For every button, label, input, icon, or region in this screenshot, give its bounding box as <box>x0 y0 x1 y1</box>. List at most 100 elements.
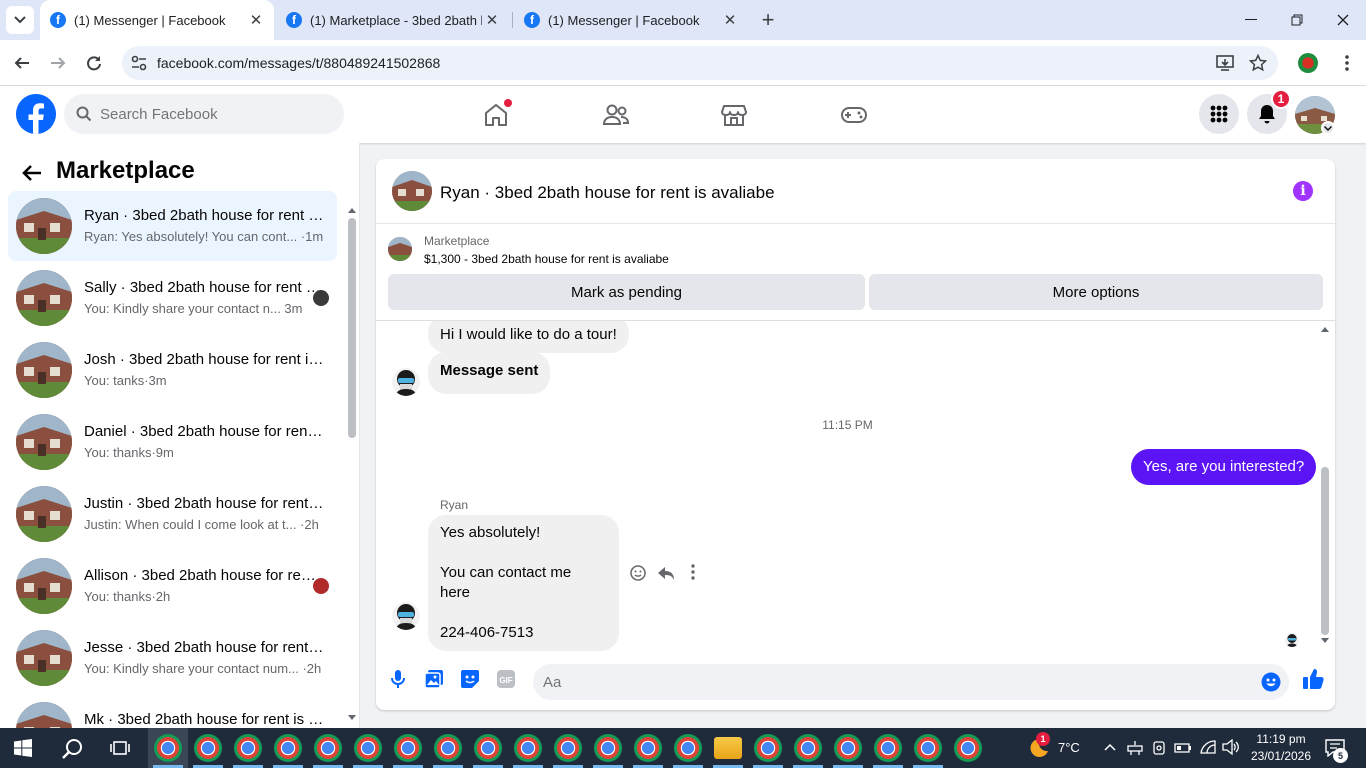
chrome-profile-icon[interactable] <box>674 734 702 762</box>
chrome-profile-icon[interactable] <box>234 734 262 762</box>
conversation-item[interactable]: Josh · 3bed 2bath house for rent is aval… <box>8 335 337 405</box>
chrome-profile-icon[interactable] <box>274 734 302 762</box>
chrome-profile-icon[interactable] <box>794 734 822 762</box>
conversation-item[interactable]: Ryan · 3bed 2bath house for rent is aval… <box>8 191 337 261</box>
incoming-message[interactable]: Yes absolutely! You can contact me here … <box>428 515 619 651</box>
temperature[interactable]: 7°C <box>1058 740 1080 755</box>
task-view-icon[interactable] <box>110 739 130 757</box>
info-button[interactable]: i <box>1293 181 1313 201</box>
close-tab-icon[interactable]: ✕ <box>482 10 502 30</box>
new-tab-button[interactable]: + <box>756 7 780 32</box>
chrome-profile-icon[interactable] <box>874 734 902 762</box>
listing-thumbnail[interactable] <box>392 171 432 211</box>
facebook-search[interactable] <box>64 94 344 134</box>
search-icon[interactable] <box>61 738 83 760</box>
chrome-profile-icon[interactable] <box>194 734 222 762</box>
close-tab-icon[interactable]: ✕ <box>720 10 740 30</box>
site-info-icon[interactable] <box>130 54 148 72</box>
reload-button[interactable] <box>80 49 108 77</box>
thumbs-up-icon[interactable] <box>1302 668 1324 690</box>
sender-avatar[interactable] <box>392 602 420 630</box>
microphone-icon[interactable] <box>388 669 408 689</box>
message-input[interactable] <box>543 664 1243 700</box>
clock-date[interactable]: 23/01/2026 <box>1249 749 1313 763</box>
sender-avatar[interactable] <box>392 368 420 396</box>
device-icon[interactable] <box>1151 740 1167 756</box>
chat-scrollbar[interactable] <box>1318 325 1332 647</box>
chrome-profile-icon[interactable] <box>354 734 382 762</box>
incoming-message[interactable]: Message sent <box>428 352 551 394</box>
outgoing-message[interactable]: Yes, are you interested? <box>1131 449 1317 485</box>
chrome-profile-icon[interactable] <box>634 734 662 762</box>
emoji-icon[interactable] <box>1261 672 1281 692</box>
gif-icon[interactable]: GIF <box>496 669 516 689</box>
conversation-item[interactable]: Mk · 3bed 2bath house for rent is avalia… <box>8 695 337 728</box>
tab-search-button[interactable] <box>6 6 34 34</box>
search-input[interactable] <box>100 94 330 134</box>
conversation-item[interactable]: Justin · 3bed 2bath house for rent is av… <box>8 479 337 549</box>
tab-messenger-active[interactable]: f (1) Messenger | Facebook ✕ <box>40 0 274 40</box>
scroll-up-arrow-icon[interactable] <box>1320 325 1330 333</box>
nav-marketplace[interactable] <box>714 96 754 134</box>
conversation-item[interactable]: Sally · 3bed 2bath house for rent is ava… <box>8 263 337 333</box>
react-smiley-icon[interactable] <box>629 564 647 582</box>
chrome-profile-icon[interactable] <box>594 734 622 762</box>
conversation-item[interactable]: Allison · 3bed 2bath house for rent is a… <box>8 551 337 621</box>
nav-home[interactable] <box>476 96 516 134</box>
chrome-profile-icon[interactable] <box>554 734 582 762</box>
minimize-button[interactable] <box>1228 0 1274 40</box>
chrome-profile-icon[interactable] <box>434 734 462 762</box>
forward-button[interactable] <box>44 49 72 77</box>
menu-button[interactable] <box>1199 94 1239 134</box>
restore-button[interactable] <box>1274 0 1320 40</box>
back-button[interactable] <box>8 49 36 77</box>
chrome-profile-icon[interactable] <box>474 734 502 762</box>
back-arrow-icon[interactable] <box>20 161 44 185</box>
install-app-icon[interactable] <box>1216 54 1234 72</box>
facebook-logo[interactable] <box>16 94 56 134</box>
chrome-profile-icon[interactable] <box>514 734 542 762</box>
chrome-profile-icon[interactable] <box>914 734 942 762</box>
clock-time[interactable]: 11:19 pm <box>1251 732 1311 746</box>
browser-menu-button[interactable] <box>1333 49 1361 77</box>
listing-mini-thumbnail[interactable] <box>388 237 412 261</box>
chrome-profile-icon[interactable] <box>314 734 342 762</box>
scroll-up-arrow-icon[interactable] <box>347 206 357 214</box>
chat-title[interactable]: Ryan · 3bed 2bath house for rent is aval… <box>440 183 775 203</box>
listing-price-title[interactable]: $1,300 - 3bed 2bath house for rent is av… <box>424 252 669 266</box>
close-window-button[interactable] <box>1320 0 1366 40</box>
nav-gaming[interactable] <box>834 96 874 134</box>
network-share-icon[interactable] <box>1127 740 1143 756</box>
chrome-profile-icon[interactable] <box>834 734 862 762</box>
account-menu-chevron[interactable] <box>1321 121 1335 135</box>
chrome-profile-icon[interactable] <box>954 734 982 762</box>
chevron-up-icon[interactable] <box>1104 743 1116 751</box>
more-options-button[interactable]: More options <box>869 274 1323 310</box>
mark-as-pending-button[interactable]: Mark as pending <box>388 274 865 310</box>
close-tab-icon[interactable]: ✕ <box>246 10 266 30</box>
nav-friends[interactable] <box>596 96 636 134</box>
tab-marketplace[interactable]: f (1) Marketplace - 3bed 2bath h ✕ <box>276 0 510 40</box>
chrome-profile-icon[interactable] <box>154 734 182 762</box>
tab-messenger[interactable]: f (1) Messenger | Facebook ✕ <box>514 0 748 40</box>
incoming-message[interactable]: Hi I would like to do a tour! <box>428 321 629 353</box>
wifi-icon[interactable] <box>1199 739 1217 755</box>
conversation-item[interactable]: Daniel · 3bed 2bath house for rent is av… <box>8 407 337 477</box>
message-input-wrapper[interactable] <box>533 664 1289 700</box>
scrollbar-thumb[interactable] <box>1321 467 1329 635</box>
volume-icon[interactable] <box>1222 739 1240 755</box>
bookmark-star-icon[interactable] <box>1249 54 1267 72</box>
extension-icon[interactable] <box>1298 53 1318 73</box>
more-actions-icon[interactable] <box>691 564 695 580</box>
chrome-profile-icon[interactable] <box>754 734 782 762</box>
sidebar-scrollbar[interactable] <box>347 206 357 728</box>
chrome-profile-icon[interactable] <box>394 734 422 762</box>
scroll-down-arrow-icon[interactable] <box>1320 637 1330 645</box>
conversation-item[interactable]: Jesse · 3bed 2bath house for rent is ava… <box>8 623 337 693</box>
reply-icon[interactable] <box>657 564 675 582</box>
attach-image-icon[interactable] <box>424 669 444 689</box>
file-explorer-icon[interactable] <box>714 737 742 759</box>
scrollbar-thumb[interactable] <box>348 218 356 438</box>
address-bar[interactable]: facebook.com/messages/t/880489241502868 <box>122 46 1278 80</box>
sticker-icon[interactable] <box>460 669 480 689</box>
